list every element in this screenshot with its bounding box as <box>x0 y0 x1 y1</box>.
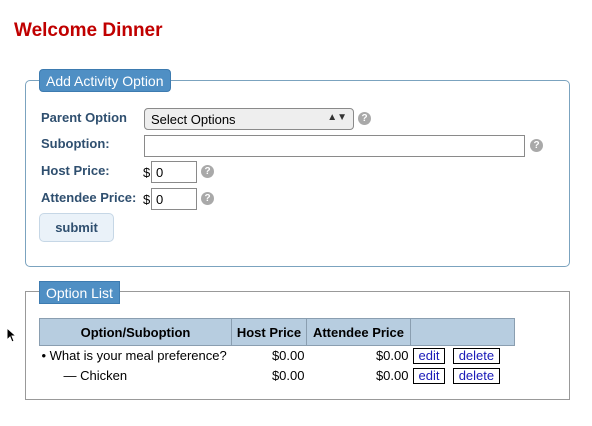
suboption-name: — Chicken <box>63 368 128 383</box>
delete-button[interactable]: delete <box>452 347 501 364</box>
edit-button[interactable]: edit <box>412 367 446 384</box>
page-title: Welcome Dinner <box>14 20 163 41</box>
help-icon[interactable]: ? <box>201 192 214 205</box>
add-option-legend: Add Activity Option <box>39 69 171 92</box>
table-row: • What is your meal preference? $0.00 $0… <box>40 346 515 366</box>
parent-option-value: Select Options <box>151 112 236 127</box>
attendee-price-input[interactable] <box>151 188 197 210</box>
submit-button[interactable]: submit <box>39 213 114 242</box>
help-icon[interactable]: ? <box>530 139 543 152</box>
row-actions: edit delete <box>411 366 515 386</box>
option-list-legend: Option List <box>39 281 120 304</box>
parent-option-select[interactable]: Select Options ▲▼ <box>144 108 354 130</box>
table-row: — Chicken $0.00 $0.00 edit delete <box>40 366 515 386</box>
option-table: Option/Suboption Host Price Attendee Pri… <box>39 318 515 386</box>
help-icon[interactable]: ? <box>358 112 371 125</box>
suboption-label: Suboption: <box>41 136 110 151</box>
chevron-updown-icon: ▲▼ <box>327 112 347 123</box>
currency-symbol: $ <box>143 165 151 180</box>
host-price-label: Host Price: <box>41 163 110 178</box>
row-actions: edit delete <box>411 346 515 366</box>
header-option-suboption: Option/Suboption <box>39 318 232 346</box>
edit-button[interactable]: edit <box>412 347 446 364</box>
attendee-price-label: Attendee Price: <box>41 190 137 205</box>
header-actions <box>410 318 515 346</box>
mouse-pointer-icon <box>6 327 16 343</box>
delete-button[interactable]: delete <box>452 367 501 384</box>
option-name: • What is your meal preference? <box>41 348 227 364</box>
parent-option-label: Parent Option <box>41 110 127 125</box>
host-price-input[interactable] <box>151 161 197 183</box>
suboption-input[interactable] <box>144 135 525 157</box>
attendee-price-value: $0.00 <box>375 348 409 364</box>
host-price-value: $0.00 <box>271 348 305 364</box>
currency-symbol: $ <box>143 192 151 207</box>
header-host-price: Host Price <box>231 318 307 346</box>
attendee-price-value: $0.00 <box>375 368 409 383</box>
host-price-value: $0.00 <box>271 368 305 383</box>
help-icon[interactable]: ? <box>201 165 214 178</box>
header-attendee-price: Attendee Price <box>306 318 411 346</box>
table-header-row: Option/Suboption Host Price Attendee Pri… <box>39 318 515 346</box>
